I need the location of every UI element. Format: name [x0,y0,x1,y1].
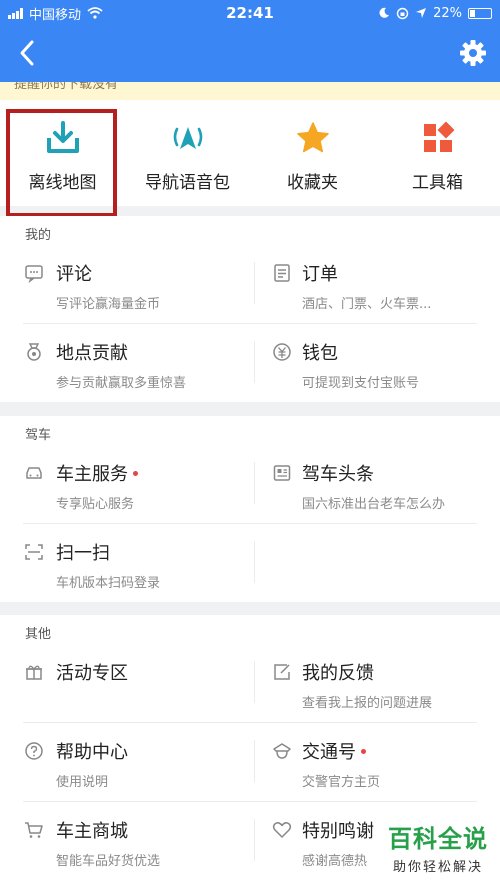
item-title: 钱包 [302,343,338,364]
item-scan[interactable]: 扫一扫 车机版本扫码登录 [0,523,254,602]
status-bar: 中国移动 22:41 22% [0,0,500,26]
watermark-title: 百科全说 [388,825,488,853]
item-title: 活动专区 [56,663,128,684]
medal-icon [27,343,41,361]
moon-icon [379,7,390,18]
item-subtitle: 国六标准出台老车怎么办 [302,497,446,512]
help-icon [25,742,43,760]
item-contribution[interactable]: 地点贡献 参与贡献赢取多重惊喜 [0,323,254,402]
scan-icon [25,544,43,560]
news-icon [273,465,291,481]
carrier-label: 中国移动 [29,7,82,23]
empty-cell [254,523,500,602]
item-subtitle: 写评论赢海量金币 [56,297,161,312]
item-title: 地点贡献 [56,343,128,364]
download-map-icon [46,121,79,153]
feedback-icon [274,664,290,680]
car-icon [26,467,42,479]
item-events[interactable]: 活动专区 [0,643,254,722]
watermark-subtitle: 助你轻松解决 [392,860,483,875]
quick-label: 收藏夹 [287,173,338,193]
order-icon [274,264,290,282]
notice-banner[interactable]: 提醒你的下载没有 [0,82,500,100]
clock: 22:41 [226,4,274,22]
item-subtitle: 查看我上报的问题进展 [302,696,433,711]
quick-toolbox[interactable]: 工具箱 [375,100,500,206]
quick-offline-map[interactable]: 离线地图 [0,100,125,206]
signal-icon [8,7,23,19]
battery-percent: 22% [433,5,462,21]
item-title: 扫一扫 [56,543,110,564]
star-icon [296,122,329,153]
item-title: 我的反馈 [302,663,374,684]
settings-gear-icon[interactable] [458,38,488,68]
quick-label: 工具箱 [412,173,463,193]
section-driving: 驾车 车主服务 专享贴心服务 驾车头条 国六标准出台老车怎么办 扫一扫 车机版本… [0,416,500,602]
item-car-service[interactable]: 车主服务 专享贴心服务 [0,444,254,523]
item-help[interactable]: 帮助中心 使用说明 [0,722,254,801]
item-subtitle: 参与贡献赢取多重惊喜 [56,376,187,391]
item-title: 驾车头条 [302,464,374,485]
item-subtitle: 车机版本扫码登录 [56,576,161,591]
wallet-icon [273,343,291,361]
lock-rotation-icon [396,7,409,19]
police-icon [273,743,291,759]
gift-icon [26,665,42,680]
section-title: 驾车 [25,428,52,443]
app-header: 中国移动 22:41 22% [0,0,500,82]
item-subtitle: 使用说明 [56,775,109,790]
item-subtitle: 酒店、门票、火车票... [302,297,432,312]
back-button[interactable] [14,36,42,70]
quick-label: 导航语音包 [145,173,230,193]
wifi-icon [87,7,103,19]
notice-text: 提醒你的下载没有 [14,82,119,92]
item-order[interactable]: 订单 酒店、门票、火车票... [254,244,500,323]
quick-voice-pack[interactable]: 导航语音包 [125,100,250,206]
section-mine: 我的 评论 写评论赢海量金币 订单 酒店、门票、火车票... 地点贡献 参与贡献… [0,216,500,402]
item-title: 帮助中心 [56,742,128,763]
item-driving-news[interactable]: 驾车头条 国六标准出台老车怎么办 [254,444,500,523]
section-title: 其他 [25,627,52,642]
location-arrow-icon [416,8,427,18]
item-feedback[interactable]: 我的反馈 查看我上报的问题进展 [254,643,500,722]
section-title: 我的 [25,228,52,243]
item-mall[interactable]: 车主商城 智能车品好货优选 [0,801,254,880]
comment-icon [25,265,43,283]
item-subtitle: 交警官方主页 [302,775,381,790]
item-subtitle: 专享贴心服务 [56,497,135,512]
toolbox-icon [423,121,454,152]
cart-icon [25,822,43,838]
item-title: 订单 [302,264,338,285]
item-title: 车主商城 [56,821,128,842]
navigation-voice-icon [173,127,202,149]
item-subtitle: 可提现到支付宝账号 [302,376,420,391]
item-traffic-account[interactable]: 交通号 交警官方主页 [254,722,500,801]
quick-label: 离线地图 [28,173,97,193]
quick-favorites[interactable]: 收藏夹 [250,100,375,206]
heart-icon [272,822,292,838]
item-title: 评论 [56,264,92,285]
item-comment[interactable]: 评论 写评论赢海量金币 [0,244,254,323]
item-subtitle: 智能车品好货优选 [56,854,161,869]
red-dot-badge [361,748,366,754]
quick-actions: 离线地图 导航语音包 收藏夹 工具箱 [0,100,500,206]
item-title: 交通号 [302,742,356,763]
item-title: 车主服务 [56,464,128,485]
item-wallet[interactable]: 钱包 可提现到支付宝账号 [254,323,500,402]
battery-icon [468,7,492,19]
red-dot-badge [133,470,138,476]
watermark: 百科全说 助你轻松解决 [388,819,488,875]
